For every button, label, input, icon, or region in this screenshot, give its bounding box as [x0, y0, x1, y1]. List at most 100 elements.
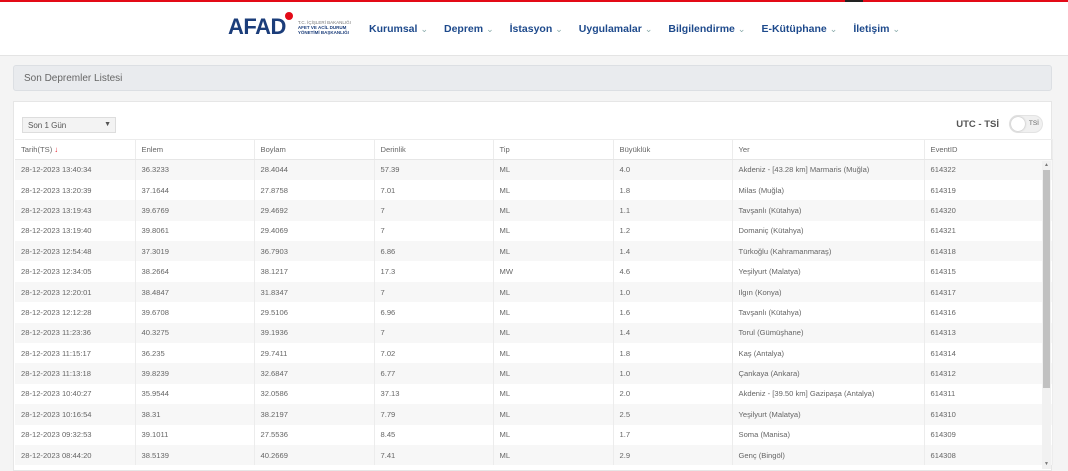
table-row[interactable]: 28-12-2023 13:20:39 37.1644 27.8758 7.01 ML 1… — [15, 179, 1053, 201]
nav-item-label: E-Kütüphane — [761, 23, 827, 35]
nav-item-4[interactable]: Bilgilendirme ⌄ — [668, 23, 745, 35]
table-cell: 27.8758 — [254, 179, 375, 201]
table-cell: ML — [493, 404, 614, 425]
scroll-down-icon[interactable]: ▼ — [1043, 461, 1050, 468]
table-cell: Soma (Manisa) — [732, 424, 925, 445]
column-header-label: Boylam — [260, 145, 286, 154]
table-scrollbar[interactable]: ▲ ▼ — [1042, 161, 1051, 469]
column-header[interactable]: Boylam — [254, 139, 375, 160]
column-header[interactable]: Tarih(TS) ↓ — [15, 139, 136, 160]
nav-item-5[interactable]: E-Kütüphane ⌄ — [761, 23, 837, 35]
table-cell: ML — [493, 322, 614, 344]
chevron-down-icon: ⌄ — [737, 24, 746, 34]
dropdown-arrow-icon: ▼ — [104, 121, 111, 128]
table-cell: Genç (Bingöl) — [732, 444, 925, 466]
table-cell: 7.02 — [374, 343, 494, 364]
column-header-label: Yer — [738, 145, 750, 154]
nav-item-6[interactable]: İletişim ⌄ — [853, 23, 900, 35]
nav-item-2[interactable]: İstasyon ⌄ — [510, 23, 563, 35]
table-cell: 37.1644 — [135, 179, 255, 201]
table-cell: 39.1011 — [135, 424, 255, 445]
table-cell: 4.6 — [613, 261, 733, 282]
table-cell: 28-12-2023 13:19:43 — [15, 200, 136, 221]
table-cell: 1.7 — [613, 424, 733, 445]
table-cell: 38.2197 — [254, 404, 375, 425]
table-row[interactable]: 28-12-2023 12:54:48 37.3019 36.7903 6.86 ML 1… — [15, 241, 1053, 262]
chevron-down-icon: ⌄ — [829, 24, 838, 34]
table-cell: ML — [493, 200, 614, 221]
table-cell: 37.13 — [374, 383, 494, 405]
table-cell: 39.6708 — [135, 302, 255, 323]
table-cell: 2.9 — [613, 444, 733, 466]
logo-wordmark: AFAD — [228, 12, 293, 40]
table-cell: 6.77 — [374, 363, 494, 384]
table-row[interactable]: 28-12-2023 11:15:17 36.235 29.7411 7.02 ML 1.… — [15, 343, 1053, 364]
logo-dot-icon — [284, 12, 293, 20]
table-cell: ML — [493, 424, 614, 445]
table-cell: 17.3 — [374, 261, 494, 282]
table-cell: 1.0 — [613, 281, 733, 303]
afad-logo[interactable]: AFAD T.C. İÇİŞLERİ BAKANLIĞI AFET VE ACİ… — [228, 12, 351, 40]
table-row[interactable]: 28-12-2023 13:19:43 39.6769 29.4692 7 ML 1.1 T… — [15, 200, 1053, 221]
table-cell: Türkoğlu (Kahramanmaraş) — [732, 241, 925, 262]
column-header[interactable]: Enlem — [135, 139, 255, 160]
table-row[interactable]: 28-12-2023 10:16:54 38.31 38.2197 7.79 ML 2.5… — [15, 404, 1053, 425]
table-row[interactable]: 28-12-2023 10:40:27 35.9544 32.0586 37.13 ML… — [15, 383, 1053, 405]
column-header-label: Büyüklük — [619, 145, 651, 154]
column-header[interactable]: Derinlik — [374, 139, 494, 160]
table-cell: 28-12-2023 13:20:39 — [15, 179, 136, 201]
nav-item-3[interactable]: Uygulamalar ⌄ — [579, 23, 653, 35]
table-body: 28-12-2023 13:40:34 36.3233 28.4044 57.39 ML… — [15, 159, 1053, 466]
sort-desc-icon: ↓ — [54, 145, 59, 154]
nav-item-label: Deprem — [443, 23, 484, 35]
table-row[interactable]: 28-12-2023 12:34:05 38.2664 38.1217 17.3 MW 4… — [15, 261, 1053, 282]
column-header[interactable]: Tip — [493, 139, 614, 160]
table-cell: 35.9544 — [135, 383, 255, 405]
table-cell: 1.1 — [613, 200, 733, 221]
table-cell: 36.235 — [135, 343, 255, 364]
utc-tsi-label: UTC - TSİ — [956, 119, 999, 130]
table-cell: 1.4 — [613, 322, 733, 344]
table-row[interactable]: 28-12-2023 11:13:18 39.8239 32.6847 6.77 ML 1… — [15, 363, 1053, 384]
table-cell: 28-12-2023 11:15:17 — [15, 343, 136, 364]
table-row[interactable]: 28-12-2023 12:20:01 38.4847 31.8347 7 ML 1.0 I… — [15, 281, 1053, 303]
table-cell: 39.8061 — [135, 220, 255, 242]
column-header[interactable]: Büyüklük — [613, 139, 733, 160]
table-cell: 29.5106 — [254, 302, 375, 323]
period-select[interactable]: Son 1 Gün ▼ — [22, 117, 116, 133]
table-cell: 37.3019 — [135, 241, 255, 262]
table-row[interactable]: 28-12-2023 13:40:34 36.3233 28.4044 57.39 ML… — [15, 159, 1053, 180]
table-row[interactable]: 28-12-2023 13:19:40 39.8061 29.4069 7 ML 1.2 D… — [15, 220, 1053, 242]
column-header-label: EventID — [930, 145, 958, 154]
nav-item-label: İstasyon — [509, 23, 553, 35]
table-cell: ML — [493, 444, 614, 466]
table-row[interactable]: 28-12-2023 11:23:36 40.3275 39.1936 7 ML 1.4 T… — [15, 322, 1053, 344]
table-cell: 40.3275 — [135, 322, 255, 344]
chevron-down-icon: ⌄ — [892, 24, 901, 34]
table-cell: 1.8 — [613, 343, 733, 364]
toggle-label: TSİ — [1028, 120, 1039, 127]
table-cell: Ilgın (Konya) — [732, 281, 925, 303]
utc-tsi-toggle[interactable]: TSİ — [1009, 115, 1043, 133]
scroll-up-icon[interactable]: ▲ — [1043, 162, 1050, 169]
table-cell: 1.4 — [613, 241, 733, 262]
table-cell: 32.6847 — [254, 363, 375, 384]
table-row[interactable]: 28-12-2023 12:12:28 39.6708 29.5106 6.96 ML 1… — [15, 302, 1053, 323]
nav-item-0[interactable]: Kurumsal ⌄ — [369, 23, 428, 35]
table-row[interactable]: 28-12-2023 09:32:53 39.1011 27.5536 8.45 ML 1… — [15, 424, 1053, 445]
table-cell: 614316 — [924, 302, 1053, 323]
table-cell: 36.7903 — [254, 241, 375, 262]
table-cell: 28-12-2023 09:32:53 — [15, 424, 136, 445]
table-cell: 38.2664 — [135, 261, 255, 282]
scroll-thumb[interactable] — [1043, 170, 1050, 388]
column-header[interactable]: Yer — [732, 139, 925, 160]
table-cell: ML — [493, 363, 614, 384]
nav-item-1[interactable]: Deprem ⌄ — [444, 23, 494, 35]
table-cell: 28-12-2023 13:40:34 — [15, 159, 136, 180]
table-cell: 40.2669 — [254, 444, 375, 466]
chevron-down-icon: ⌄ — [486, 24, 494, 34]
table-cell: Tavşanlı (Kütahya) — [732, 302, 925, 323]
column-header[interactable]: EventID — [924, 139, 1053, 160]
table-row[interactable]: 28-12-2023 08:44:20 38.5139 40.2669 7.41 ML 2… — [15, 444, 1053, 466]
table-cell: 31.8347 — [254, 281, 375, 303]
